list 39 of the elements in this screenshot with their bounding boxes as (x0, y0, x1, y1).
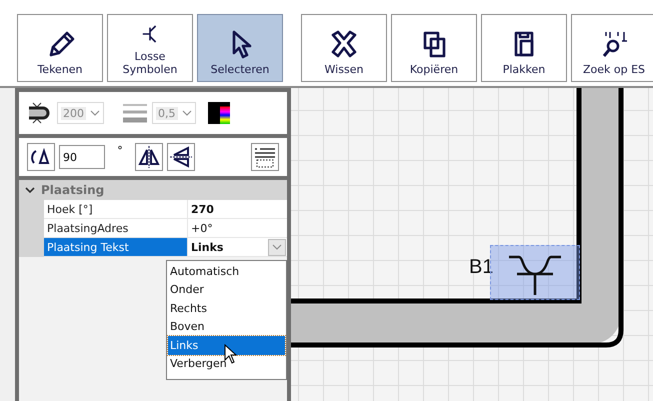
mirror-vertical-button[interactable] (167, 143, 195, 171)
color-picker[interactable] (208, 102, 230, 124)
mouse-pointer-icon (224, 344, 237, 364)
dropdown-option[interactable]: Automatisch (168, 262, 285, 280)
rotate-button[interactable] (27, 143, 55, 171)
toolbar-button[interactable]: Selecteren (197, 14, 283, 82)
symbol-label: B1 (469, 256, 494, 279)
dropdown-option[interactable]: Verbergen (168, 354, 285, 373)
property-value[interactable]: 270 (188, 200, 287, 219)
mirror-horizontal-button[interactable] (135, 143, 163, 171)
chevron-down-icon (182, 110, 192, 116)
degree-unit: ° (116, 144, 124, 157)
drawing-canvas[interactable]: B1 (291, 88, 653, 401)
toolbar-button[interactable]: Plakken (481, 14, 567, 82)
mirror-horizontal-icon (137, 145, 161, 169)
property-name[interactable]: Hoek [°] (44, 200, 188, 219)
angle-field[interactable]: 90 (59, 145, 105, 169)
toolbar-button[interactable]: Zoek op ES (571, 14, 653, 82)
rotate-icon (30, 147, 52, 167)
property-name[interactable]: Plaatsing Tekst (44, 238, 188, 257)
chevron-down-icon (272, 244, 282, 250)
dropdown-option[interactable]: Onder (168, 280, 285, 299)
mirror-vertical-icon (169, 145, 193, 169)
category-label: Plaatsing (41, 183, 104, 197)
chevron-icon (25, 186, 35, 194)
toolbar-button[interactable]: Losse Symbolen (107, 14, 193, 82)
property-name[interactable]: PlaatsingAdres (44, 219, 188, 238)
line-weight-icon (122, 102, 148, 124)
chevron-down-icon (90, 110, 100, 116)
dropdown-button[interactable] (268, 238, 286, 256)
toolbar-button[interactable]: Wissen (301, 14, 387, 82)
text-list-button[interactable] (251, 143, 279, 171)
toolbar-button[interactable]: Tekenen (17, 14, 103, 82)
property-value[interactable]: Links (188, 238, 287, 257)
property-value[interactable]: +0° (188, 219, 287, 238)
dropdown-option[interactable]: Links (168, 336, 285, 354)
dropdown-option[interactable]: Rechts (168, 299, 285, 318)
dropdown-option[interactable]: Boven (168, 318, 285, 336)
toolbar-button[interactable]: Kopiëren (391, 14, 477, 82)
